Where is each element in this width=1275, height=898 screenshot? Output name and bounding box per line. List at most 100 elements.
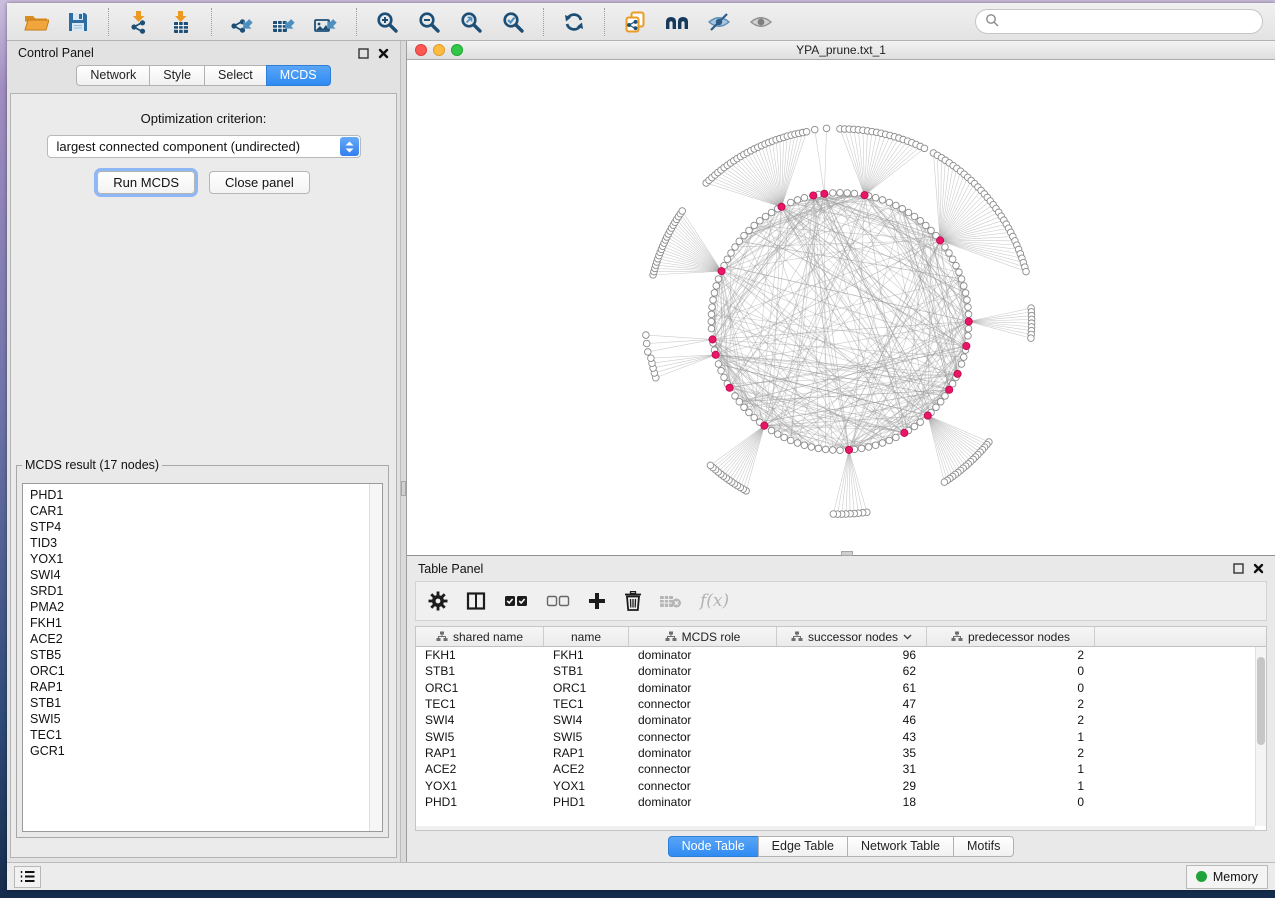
deselect-all-icon[interactable] xyxy=(546,594,570,608)
mcds-result-item[interactable]: PHD1 xyxy=(30,487,382,503)
mcds-result-item[interactable]: ORC1 xyxy=(30,663,382,679)
cell-predecessor-nodes[interactable]: 0 xyxy=(927,664,1095,678)
tab-network[interactable]: Network xyxy=(76,65,150,86)
mcds-result-item[interactable]: GCR1 xyxy=(30,743,382,759)
float-table-panel-icon[interactable] xyxy=(1233,563,1244,574)
mcds-result-item[interactable]: FKH1 xyxy=(30,615,382,631)
splitter-handle[interactable] xyxy=(401,481,406,496)
column-header-MCDS-role[interactable]: MCDS role xyxy=(629,627,777,646)
mcds-result-list[interactable]: PHD1CAR1STP4TID3YOX1SWI4SRD1PMA2FKH1ACE2… xyxy=(22,483,383,832)
cell-name[interactable]: SWI4 xyxy=(544,713,629,727)
close-table-panel-icon[interactable] xyxy=(1253,563,1264,574)
task-history-button[interactable] xyxy=(14,866,41,888)
cell-successor-nodes[interactable]: 43 xyxy=(777,730,927,744)
table-row[interactable]: STB1STB1dominator620 xyxy=(416,663,1266,679)
tab-mcds[interactable]: MCDS xyxy=(266,65,331,86)
mcds-result-item[interactable]: SRD1 xyxy=(30,583,382,599)
panel-splitter[interactable] xyxy=(400,41,407,862)
table-row[interactable]: FKH1FKH1dominator962 xyxy=(416,647,1266,663)
tab-select[interactable]: Select xyxy=(204,65,267,86)
zoom-out-icon[interactable] xyxy=(413,7,445,37)
table-row[interactable]: PHD1PHD1dominator180 xyxy=(416,794,1266,810)
table-scrollbar[interactable] xyxy=(1255,647,1266,826)
cell-name[interactable]: SWI5 xyxy=(544,730,629,744)
table-row[interactable]: RAP1RAP1dominator352 xyxy=(416,745,1266,761)
mcds-result-item[interactable]: STP4 xyxy=(30,519,382,535)
zoom-fit-icon[interactable] xyxy=(455,7,487,37)
mcds-result-item[interactable]: STB5 xyxy=(30,647,382,663)
cell-MCDS-role[interactable]: dominator xyxy=(629,664,777,678)
table-row[interactable]: ACE2ACE2connector311 xyxy=(416,761,1266,777)
duplicate-network-icon[interactable] xyxy=(619,7,651,37)
cell-successor-nodes[interactable]: 61 xyxy=(777,681,927,695)
cell-shared-name[interactable]: ORC1 xyxy=(416,681,544,695)
cell-MCDS-role[interactable]: dominator xyxy=(629,795,777,809)
horizontal-splitter-handle[interactable] xyxy=(841,551,853,556)
open-session-icon[interactable] xyxy=(20,7,52,37)
cell-name[interactable]: ACE2 xyxy=(544,762,629,776)
cell-successor-nodes[interactable]: 29 xyxy=(777,779,927,793)
cell-predecessor-nodes[interactable]: 2 xyxy=(927,648,1095,662)
cell-successor-nodes[interactable]: 96 xyxy=(777,648,927,662)
mcds-result-item[interactable]: PMA2 xyxy=(30,599,382,615)
show-all-icon[interactable] xyxy=(745,7,777,37)
mcds-result-item[interactable]: TID3 xyxy=(30,535,382,551)
delete-columns-icon[interactable] xyxy=(624,591,642,611)
optimization-criterion-select[interactable]: largest connected component (undirected) xyxy=(47,135,361,158)
hide-selected-icon[interactable] xyxy=(703,7,735,37)
mcds-result-item[interactable]: YOX1 xyxy=(30,551,382,567)
mcds-result-item[interactable]: ACE2 xyxy=(30,631,382,647)
export-table-icon[interactable] xyxy=(268,7,300,37)
mcds-result-item[interactable]: RAP1 xyxy=(30,679,382,695)
tab-edge-table[interactable]: Edge Table xyxy=(758,836,848,857)
cell-name[interactable]: FKH1 xyxy=(544,648,629,662)
first-neighbors-icon[interactable] xyxy=(661,7,693,37)
search-box[interactable] xyxy=(975,9,1263,34)
maximize-window-icon[interactable] xyxy=(451,44,463,56)
cell-MCDS-role[interactable]: dominator xyxy=(629,681,777,695)
table-row[interactable]: SWI5SWI5connector431 xyxy=(416,728,1266,744)
cell-predecessor-nodes[interactable]: 2 xyxy=(927,697,1095,711)
column-header-predecessor-nodes[interactable]: predecessor nodes xyxy=(927,627,1095,646)
cell-name[interactable]: YOX1 xyxy=(544,779,629,793)
column-header-name[interactable]: name xyxy=(544,627,629,646)
mcds-result-item[interactable]: CAR1 xyxy=(30,503,382,519)
table-mode-icon[interactable] xyxy=(428,591,448,611)
table-row[interactable]: YOX1YOX1connector291 xyxy=(416,777,1266,793)
cell-successor-nodes[interactable]: 47 xyxy=(777,697,927,711)
cell-successor-nodes[interactable]: 62 xyxy=(777,664,927,678)
cell-predecessor-nodes[interactable]: 0 xyxy=(927,795,1095,809)
cell-MCDS-role[interactable]: dominator xyxy=(629,648,777,662)
table-row[interactable]: SWI4SWI4dominator462 xyxy=(416,712,1266,728)
zoom-in-icon[interactable] xyxy=(371,7,403,37)
cell-predecessor-nodes[interactable]: 1 xyxy=(927,762,1095,776)
export-network-icon[interactable] xyxy=(226,7,258,37)
mcds-result-item[interactable]: TEC1 xyxy=(30,727,382,743)
mcds-list-scrollbar[interactable] xyxy=(369,484,382,831)
cell-shared-name[interactable]: SWI5 xyxy=(416,730,544,744)
cell-predecessor-nodes[interactable]: 1 xyxy=(927,779,1095,793)
cell-name[interactable]: PHD1 xyxy=(544,795,629,809)
cell-predecessor-nodes[interactable]: 0 xyxy=(927,681,1095,695)
cell-MCDS-role[interactable]: connector xyxy=(629,697,777,711)
network-graph[interactable] xyxy=(407,60,1275,555)
cell-shared-name[interactable]: TEC1 xyxy=(416,697,544,711)
cell-shared-name[interactable]: SWI4 xyxy=(416,713,544,727)
float-panel-icon[interactable] xyxy=(358,48,369,59)
network-canvas[interactable] xyxy=(407,60,1275,555)
cell-shared-name[interactable]: ACE2 xyxy=(416,762,544,776)
cell-predecessor-nodes[interactable]: 2 xyxy=(927,713,1095,727)
cell-shared-name[interactable]: YOX1 xyxy=(416,779,544,793)
import-table-icon[interactable] xyxy=(165,7,197,37)
table-scrollbar-thumb[interactable] xyxy=(1257,657,1265,745)
cell-name[interactable]: STB1 xyxy=(544,664,629,678)
close-panel-icon[interactable] xyxy=(378,48,389,59)
run-mcds-button[interactable]: Run MCDS xyxy=(97,171,195,194)
cell-name[interactable]: RAP1 xyxy=(544,746,629,760)
cell-successor-nodes[interactable]: 18 xyxy=(777,795,927,809)
mcds-result-item[interactable]: SWI5 xyxy=(30,711,382,727)
create-column-icon[interactable] xyxy=(588,592,606,610)
refresh-network-icon[interactable] xyxy=(558,7,590,37)
cell-successor-nodes[interactable]: 31 xyxy=(777,762,927,776)
tab-motifs[interactable]: Motifs xyxy=(953,836,1014,857)
